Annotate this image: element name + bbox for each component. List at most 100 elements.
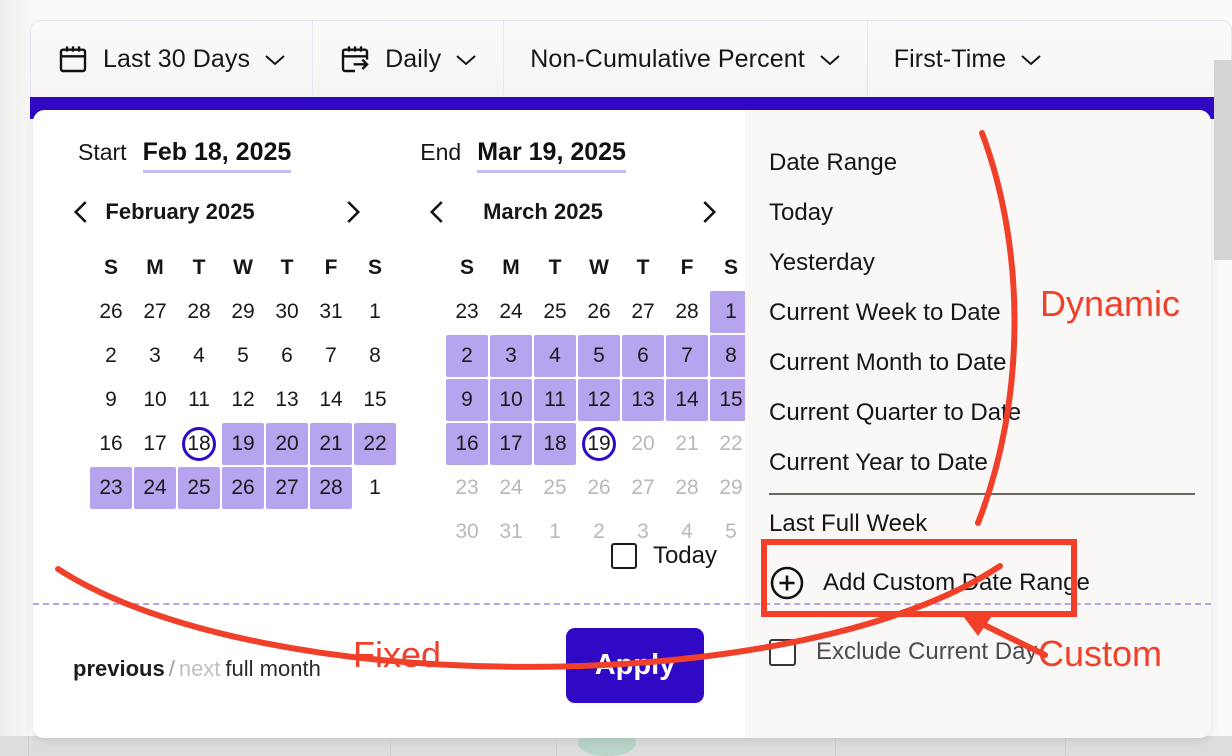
exclude-current-day-row[interactable]: Exclude Current Day bbox=[769, 638, 1037, 666]
calendar-day-cell[interactable]: 13 bbox=[265, 382, 309, 418]
calendar-day-cell[interactable]: 27 bbox=[621, 470, 665, 506]
calendar-day-cell[interactable]: 25 bbox=[177, 467, 221, 509]
calendar-day-cell[interactable]: 16 bbox=[445, 423, 489, 465]
day-number: 8 bbox=[369, 344, 381, 367]
calendar-day-cell[interactable]: 26 bbox=[221, 467, 265, 509]
calendar-day-cell[interactable]: 2 bbox=[89, 338, 133, 374]
calendar-day-cell[interactable]: 26 bbox=[89, 294, 133, 330]
toolbar-attribution-label: First-Time bbox=[893, 44, 1007, 73]
calendar-day-cell[interactable]: 11 bbox=[533, 379, 577, 421]
apply-button[interactable]: Apply bbox=[566, 628, 704, 703]
calendar-day-cell[interactable]: 23 bbox=[445, 470, 489, 506]
calendar-day-cell[interactable]: 29 bbox=[221, 294, 265, 330]
preset-option[interactable]: Yesterday bbox=[769, 238, 1195, 288]
calendar-day-cell[interactable]: 21 bbox=[665, 426, 709, 462]
toolbar-granularity-dropdown[interactable]: Daily bbox=[313, 21, 505, 97]
calendar-day-cell[interactable]: 10 bbox=[133, 382, 177, 418]
calendar-day-cell[interactable]: 24 bbox=[133, 467, 177, 509]
start-date-group: Start Feb 18, 2025 bbox=[78, 138, 292, 173]
toolbar-date-range-dropdown[interactable]: Last 30 Days bbox=[31, 21, 314, 97]
calendar-day-cell[interactable]: 23 bbox=[445, 294, 489, 330]
day-number: 2 bbox=[461, 344, 473, 367]
calendar-day-cell[interactable]: 26 bbox=[577, 470, 621, 506]
calendar-day-cell[interactable]: 30 bbox=[265, 294, 309, 330]
end-date-input[interactable]: Mar 19, 2025 bbox=[477, 138, 626, 173]
calendar-day-cell[interactable]: 27 bbox=[133, 294, 177, 330]
day-number: 21 bbox=[675, 432, 699, 455]
calendar-march: March 2025 SMTWTFS 23 24 25 26 27 28 1 2 3 4 5 6 7 8 9… bbox=[389, 190, 752, 550]
calendar-day-cell[interactable]: 31 bbox=[489, 514, 533, 550]
calendar-day-cell[interactable]: 28 bbox=[309, 467, 353, 509]
next-full-month-link[interactable]: next bbox=[179, 656, 221, 681]
calendar-day-cell[interactable]: 14 bbox=[309, 382, 353, 418]
day-number: 29 bbox=[719, 476, 743, 499]
calendar-day-cell[interactable]: 14 bbox=[665, 379, 709, 421]
calendar-day-cell[interactable]: 13 bbox=[621, 379, 665, 421]
weekday-label: T bbox=[280, 256, 294, 279]
day-number: 25 bbox=[543, 300, 567, 323]
calendar-day-cell[interactable]: 12 bbox=[577, 379, 621, 421]
calendar-day-cell[interactable]: 3 bbox=[489, 335, 533, 377]
add-custom-date-range-button[interactable]: Add Custom Date Range bbox=[769, 558, 1090, 608]
calendar-day-cell[interactable]: 27 bbox=[621, 294, 665, 330]
day-grid: SMTWTFS 23 24 25 26 27 28 1 2 3 4 5 6 7 8 9 10 11 12 13 14 1… bbox=[389, 250, 752, 550]
calendar-day-cell[interactable]: 5 bbox=[221, 338, 265, 374]
calendar-day-cell[interactable]: 20 bbox=[621, 426, 665, 462]
preset-option[interactable]: Current Month to Date bbox=[769, 338, 1195, 388]
calendar-day-cell[interactable]: 3 bbox=[133, 338, 177, 374]
calendar-day-cell[interactable]: 16 bbox=[89, 426, 133, 462]
calendar-day-cell[interactable]: 28 bbox=[665, 470, 709, 506]
day-number: 1 bbox=[369, 300, 381, 323]
calendar-day-cell[interactable]: 18 bbox=[177, 426, 221, 462]
preset-option[interactable]: Current Year to Date bbox=[769, 438, 1195, 488]
calendar-day-cell[interactable]: 12 bbox=[221, 382, 265, 418]
calendar-day-cell[interactable]: 28 bbox=[665, 294, 709, 330]
calendar-day-cell[interactable]: 21 bbox=[309, 423, 353, 465]
calendar-day-cell[interactable]: 7 bbox=[309, 338, 353, 374]
calendar-day-cell[interactable]: 28 bbox=[177, 294, 221, 330]
day-number: 24 bbox=[499, 476, 523, 499]
calendar-day-cell[interactable]: 24 bbox=[489, 294, 533, 330]
preset-option[interactable]: Last Full Week bbox=[769, 499, 1195, 549]
calendar-day-cell[interactable]: 25 bbox=[533, 470, 577, 506]
today-checkbox-row[interactable]: Today bbox=[610, 542, 717, 570]
calendar-day-cell[interactable]: 4 bbox=[177, 338, 221, 374]
calendar-day-cell[interactable]: 26 bbox=[577, 294, 621, 330]
calendar-day-cell[interactable]: 9 bbox=[89, 382, 133, 418]
calendar-day-cell[interactable]: 1 bbox=[533, 514, 577, 550]
calendar-day-cell[interactable]: 9 bbox=[445, 379, 489, 421]
calendar-day-cell[interactable]: 20 bbox=[265, 423, 309, 465]
calendar-day-cell[interactable]: 19 bbox=[221, 423, 265, 465]
calendar-day-cell[interactable]: 31 bbox=[309, 294, 353, 330]
calendar-day-cell[interactable]: 17 bbox=[489, 423, 533, 465]
calendar-day-cell[interactable]: 23 bbox=[89, 467, 133, 509]
calendar-day-cell[interactable]: 27 bbox=[265, 467, 309, 509]
calendar-day-cell[interactable]: 2 bbox=[445, 335, 489, 377]
page-bottom-divider bbox=[835, 736, 836, 756]
calendar-day-cell[interactable]: 6 bbox=[621, 335, 665, 377]
chevron-right-icon[interactable] bbox=[693, 197, 723, 227]
calendar-day-cell[interactable]: 11 bbox=[177, 382, 221, 418]
calendar-day-cell[interactable]: 19 bbox=[577, 426, 621, 462]
calendar-day-cell[interactable]: 30 bbox=[445, 514, 489, 550]
calendar-day-cell[interactable]: 7 bbox=[665, 335, 709, 377]
page-scrollbar[interactable] bbox=[1214, 60, 1232, 260]
preset-option[interactable]: Current Quarter to Date bbox=[769, 388, 1195, 438]
exclude-current-day-checkbox[interactable] bbox=[769, 638, 796, 666]
calendar-day-cell[interactable]: 4 bbox=[533, 335, 577, 377]
toolbar-attribution-dropdown[interactable]: First-Time bbox=[868, 21, 1069, 97]
today-checkbox[interactable] bbox=[610, 543, 637, 569]
calendar-day-cell[interactable]: 17 bbox=[133, 426, 177, 462]
preset-option[interactable]: Date Range bbox=[769, 138, 1195, 188]
chevron-right-icon[interactable] bbox=[337, 197, 367, 227]
start-date-input[interactable]: Feb 18, 2025 bbox=[142, 138, 292, 173]
calendar-day-cell[interactable]: 10 bbox=[489, 379, 533, 421]
previous-full-month-link[interactable]: previous bbox=[73, 656, 165, 681]
calendar-day-cell[interactable]: 5 bbox=[577, 335, 621, 377]
calendar-day-cell[interactable]: 25 bbox=[533, 294, 577, 330]
calendar-day-cell[interactable]: 18 bbox=[533, 423, 577, 465]
calendar-day-cell[interactable]: 6 bbox=[265, 338, 309, 374]
toolbar-metric-dropdown[interactable]: Non-Cumulative Percent bbox=[504, 21, 868, 97]
calendar-day-cell[interactable]: 24 bbox=[489, 470, 533, 506]
preset-option[interactable]: Today bbox=[769, 188, 1195, 238]
